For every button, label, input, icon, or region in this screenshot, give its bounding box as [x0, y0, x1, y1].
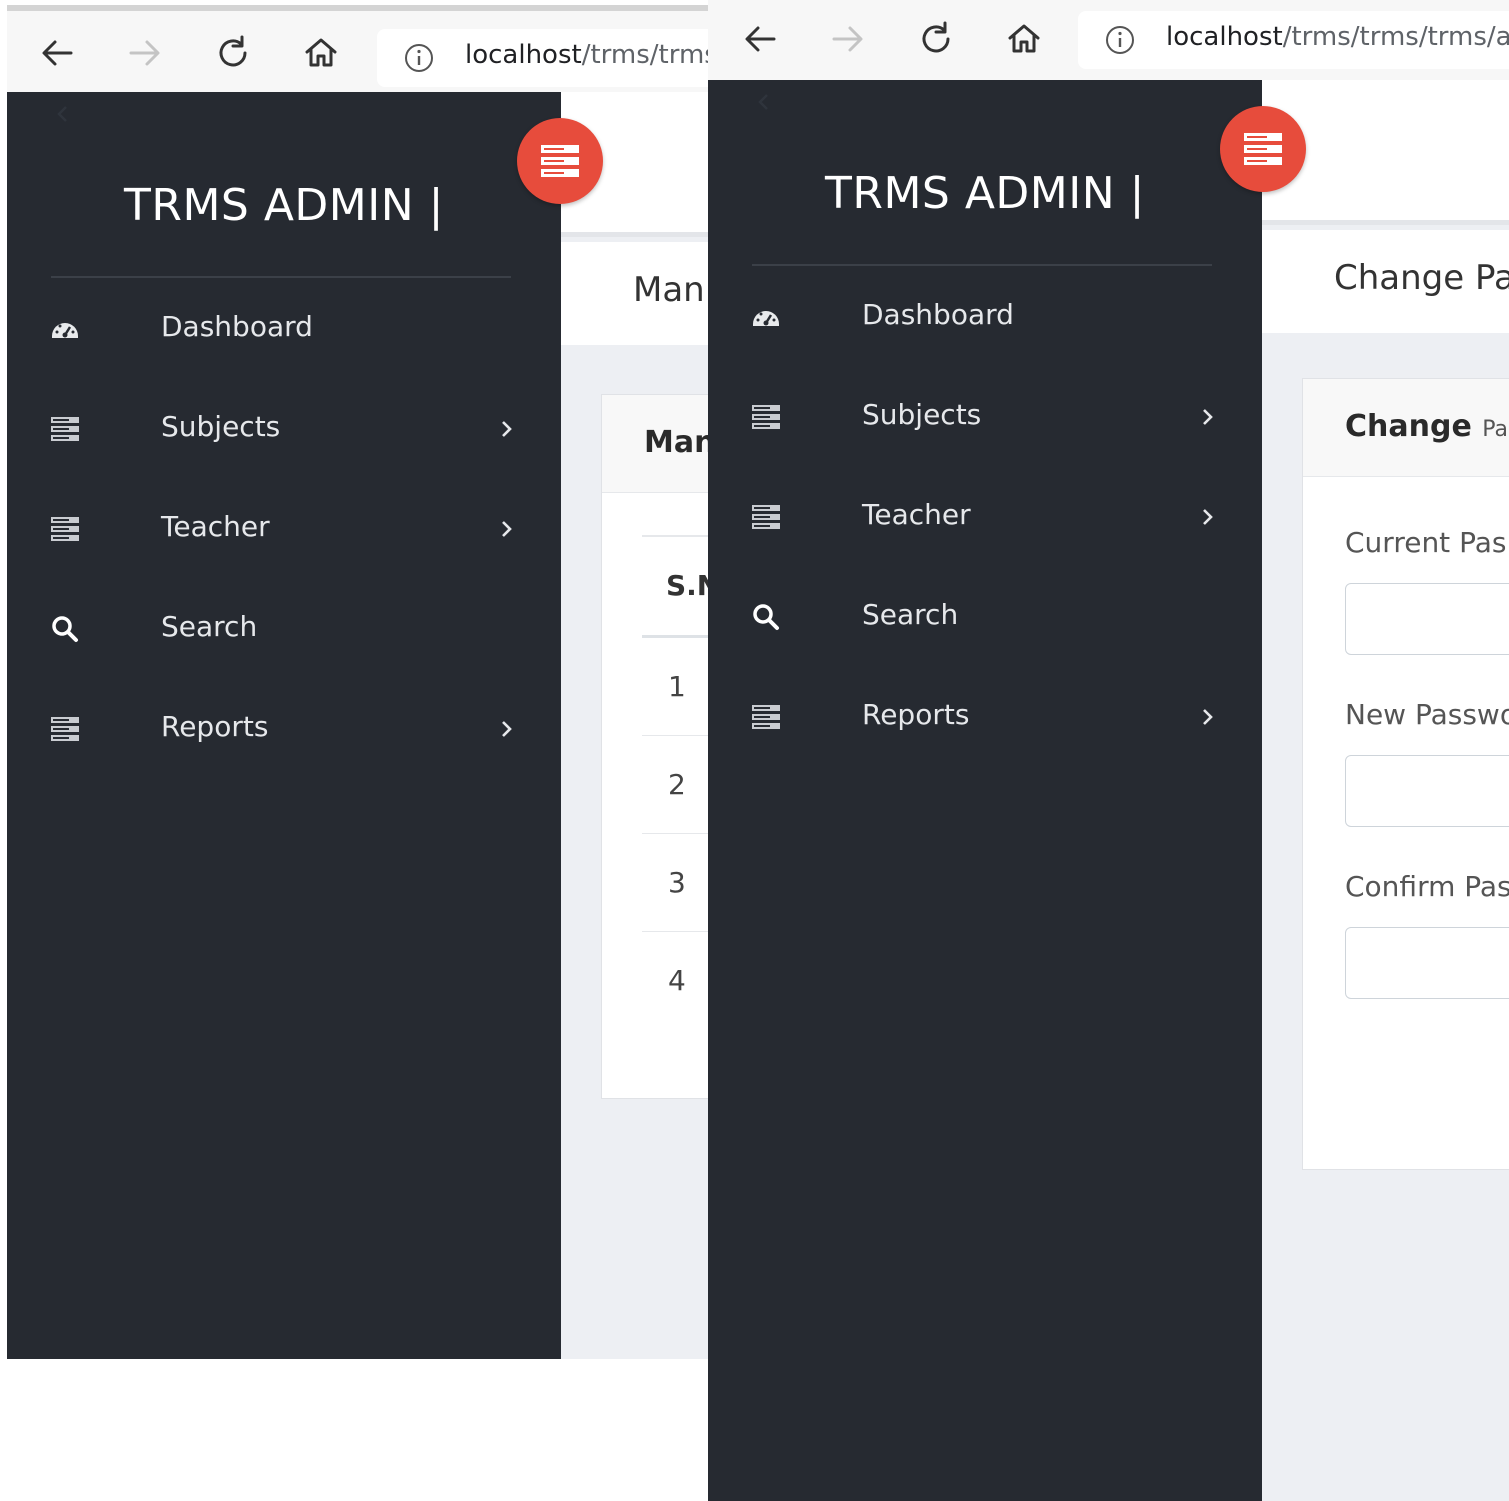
confirm-password-input[interactable] [1345, 927, 1509, 999]
change-password-card: Change Pass Current Pas New Passwo Confi… [1302, 378, 1509, 1170]
new-password-input[interactable] [1345, 755, 1509, 827]
sidebar-item-subjects[interactable]: Subjects [7, 382, 561, 482]
address-bar[interactable]: localhost/trms/trms [377, 29, 708, 87]
table-row: 2 [642, 736, 708, 834]
sidebar-toggle-button[interactable] [517, 118, 603, 204]
sidebar-item-reports[interactable]: Reports [7, 682, 561, 782]
list-icon [541, 145, 579, 177]
left-screenshot: localhost/trms/trms TRMS ADMIN | Dashboa… [7, 5, 708, 1359]
sidebar-divider [752, 264, 1212, 266]
dashboard-icon [751, 302, 781, 332]
address-bar[interactable]: localhost/trms/trms/trms/ad [1078, 11, 1509, 69]
right-screenshot: localhost/trms/trms/trms/ad TRMS ADMIN |… [708, 0, 1509, 1501]
chevron-right-icon [495, 518, 517, 540]
sidebar-item-label: Teacher [862, 498, 971, 531]
collapse-arrow-icon[interactable] [754, 92, 774, 112]
current-password-label: Current Pas [1345, 526, 1507, 559]
chevron-right-icon [495, 718, 517, 740]
info-icon[interactable] [1104, 24, 1136, 56]
sidebar-item-dashboard[interactable]: Dashboard [7, 282, 561, 382]
forward-icon[interactable] [123, 31, 167, 75]
dashboard-icon [50, 314, 80, 344]
forward-icon[interactable] [826, 17, 870, 61]
chevron-right-icon [1196, 506, 1218, 528]
back-icon[interactable] [35, 31, 79, 75]
sidebar-item-teacher[interactable]: Teacher [708, 470, 1262, 570]
sidebar-divider [51, 276, 511, 278]
list-icon [50, 414, 80, 444]
sidebar-item-search[interactable]: Search [7, 582, 561, 682]
new-password-label: New Passwo [1345, 698, 1509, 731]
sidebar: TRMS ADMIN | Dashboard Subjects Teacher … [708, 80, 1262, 1501]
url-text: localhost/trms/trms/trms/ad [1166, 22, 1509, 52]
list-icon [751, 402, 781, 432]
sidebar-item-reports[interactable]: Reports [708, 670, 1262, 770]
table-header: S.N [642, 535, 708, 638]
main-content: Man Man S.N 1 2 3 4 [561, 92, 708, 1359]
sidebar-item-label: Search [161, 610, 258, 643]
page-title: Change Pas [1334, 258, 1509, 298]
sidebar-item-label: Dashboard [862, 298, 1014, 331]
brand-title: TRMS ADMIN | [124, 180, 444, 231]
reload-icon[interactable] [914, 17, 958, 61]
card-header: Change Pass [1303, 379, 1509, 477]
sidebar-toggle-button[interactable] [1220, 106, 1306, 192]
browser-toolbar: localhost/trms/trms [7, 5, 708, 92]
reload-icon[interactable] [211, 31, 255, 75]
browser-toolbar: localhost/trms/trms/trms/ad [708, 0, 1509, 80]
main-content: Change Pas Change Pass Current Pas New P… [1262, 80, 1509, 1501]
chevron-right-icon [1196, 706, 1218, 728]
data-table: S.N 1 2 3 4 [642, 535, 708, 1029]
chevron-right-icon [1196, 406, 1218, 428]
column-header-sn: S.N [666, 569, 708, 602]
back-icon[interactable] [738, 17, 782, 61]
table-cell: 3 [668, 866, 686, 899]
card-title-sub: Pass [1482, 417, 1509, 442]
current-password-input[interactable] [1345, 583, 1509, 655]
list-icon [50, 714, 80, 744]
table-row: 3 [642, 834, 708, 932]
list-icon [1244, 133, 1282, 165]
collapse-arrow-icon[interactable] [53, 104, 73, 124]
table-row: 1 [642, 638, 708, 736]
sidebar-item-subjects[interactable]: Subjects [708, 370, 1262, 470]
page-header: Change Pas [1262, 230, 1509, 333]
table-cell: 2 [668, 768, 686, 801]
card-header: Man [602, 395, 708, 493]
list-icon [751, 502, 781, 532]
url-text: localhost/trms/trms [465, 40, 708, 70]
chevron-right-icon [495, 418, 517, 440]
table-row: 4 [642, 932, 708, 1029]
home-icon[interactable] [299, 31, 343, 75]
sidebar-item-label: Reports [862, 698, 970, 731]
sidebar-item-label: Reports [161, 710, 269, 743]
sidebar-menu: Dashboard Subjects Teacher Search Report… [708, 270, 1262, 770]
page-title: Man [633, 270, 705, 310]
table-cell: 4 [668, 964, 686, 997]
brand-title: TRMS ADMIN | [825, 168, 1145, 219]
sidebar-item-label: Search [862, 598, 959, 631]
card-title: Man [644, 425, 708, 460]
page-header: Man [561, 242, 708, 345]
list-icon [50, 514, 80, 544]
sidebar-item-label: Teacher [161, 510, 270, 543]
sidebar-item-label: Subjects [161, 410, 281, 443]
sidebar: TRMS ADMIN | Dashboard Subjects Teacher … [7, 92, 561, 1359]
table-card: Man S.N 1 2 3 4 [601, 394, 708, 1099]
info-icon[interactable] [403, 42, 435, 74]
list-icon [751, 702, 781, 732]
table-cell: 1 [668, 670, 686, 703]
sidebar-item-teacher[interactable]: Teacher [7, 482, 561, 582]
card-title: Change Pass [1345, 409, 1509, 444]
sidebar-menu: Dashboard Subjects Teacher Search Report… [7, 282, 561, 782]
sidebar-item-label: Dashboard [161, 310, 313, 343]
search-icon [751, 602, 781, 632]
home-icon[interactable] [1002, 17, 1046, 61]
confirm-password-label: Confirm Pas [1345, 870, 1509, 903]
sidebar-item-label: Subjects [862, 398, 982, 431]
search-icon [50, 614, 80, 644]
sidebar-item-search[interactable]: Search [708, 570, 1262, 670]
sidebar-item-dashboard[interactable]: Dashboard [708, 270, 1262, 370]
